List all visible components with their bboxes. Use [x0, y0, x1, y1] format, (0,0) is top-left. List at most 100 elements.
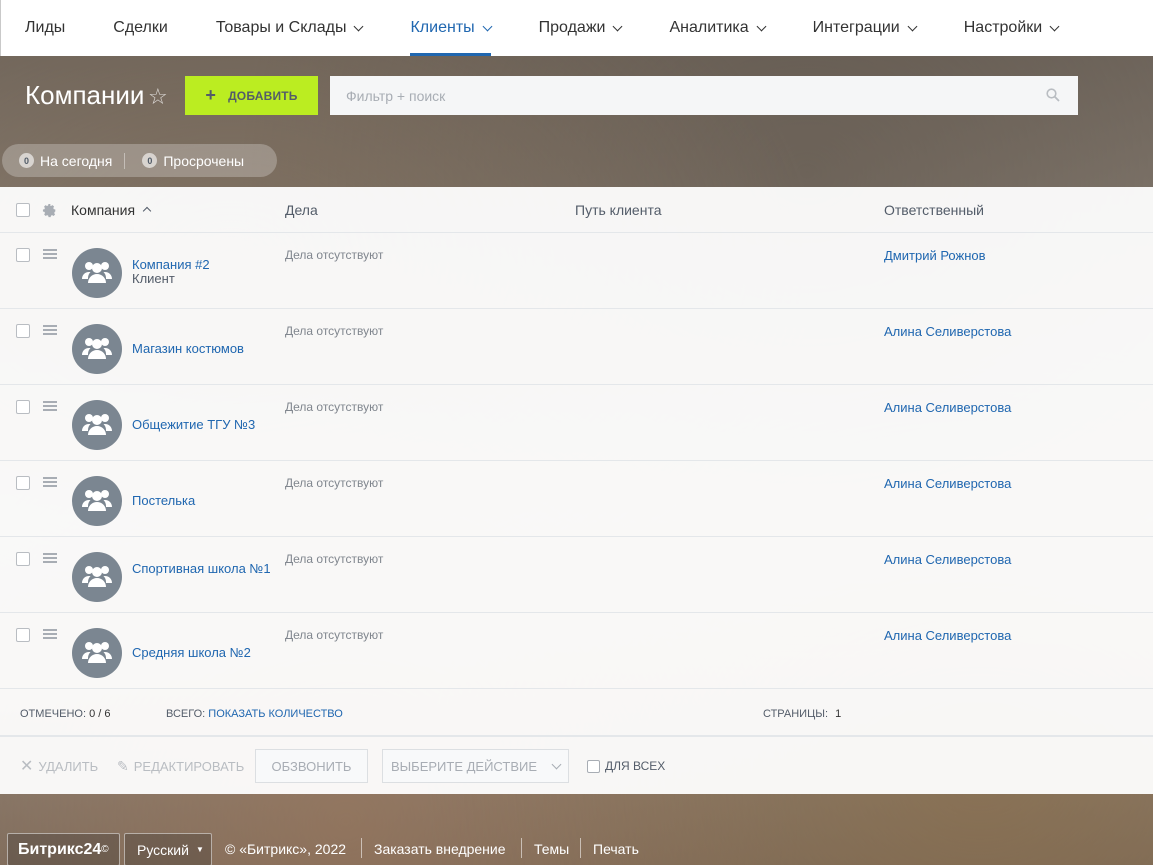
chevron-down-icon [907, 21, 918, 31]
delete-action[interactable]: ✕ УДАЛИТЬ [20, 759, 98, 775]
brand-name: Битрикс24 [18, 840, 102, 858]
nav-item-label: Продажи [538, 19, 606, 36]
copyright: © «Битрикс», 2022 [225, 841, 347, 857]
call-button[interactable]: ОБЗВОНИТЬ [255, 749, 368, 783]
page-title: Компании [25, 80, 145, 110]
nav-item[interactable]: Настройки [940, 0, 1082, 56]
company-name-link[interactable]: Постелька [132, 494, 272, 508]
for-all-label: ДЛЯ ВСЕХ [605, 759, 666, 773]
row-checkbox[interactable] [16, 248, 30, 262]
table-row[interactable]: Общежитие ТГУ №3 Дела отсутствуют Алина Се… [0, 385, 1153, 461]
site-footer: Битрикс24 © Русский ▼ © «Битрикс», 2022 З… [0, 833, 1153, 865]
search-input[interactable] [346, 87, 1026, 104]
add-button[interactable]: + ДОБАВИТЬ [185, 76, 318, 115]
table-row[interactable]: Постелька Дела отсутствуют Алина Селиверст… [0, 461, 1153, 537]
gear-icon[interactable] [42, 203, 57, 218]
column-company[interactable]: Компания [71, 202, 152, 218]
brand-mark: © [101, 844, 109, 855]
nav-item-label: Сделки [113, 19, 168, 36]
selected-value: 0 / 6 [89, 708, 111, 720]
group-icon [82, 642, 112, 663]
themes-link[interactable]: Темы [520, 838, 569, 858]
brand-logo[interactable]: Битрикс24 © [7, 833, 120, 865]
row-checkbox[interactable] [16, 400, 30, 414]
pages-value[interactable]: 1 [835, 708, 841, 720]
row-checkbox[interactable] [16, 628, 30, 642]
company-name-link[interactable]: Средняя школа №2 [132, 646, 272, 660]
order-implementation-link[interactable]: Заказать внедрение [361, 838, 506, 858]
hamburger-menu-icon[interactable] [43, 249, 57, 259]
counter-today[interactable]: 0 На сегодня [2, 153, 124, 169]
table-row[interactable]: Магазин костюмов Дела отсутствуют Алина Се… [0, 309, 1153, 385]
nav-item[interactable]: Товары и Склады [192, 0, 387, 56]
responsible-link[interactable]: Алина Селиверстова [884, 552, 1011, 567]
filter-search-box[interactable] [330, 76, 1078, 115]
company-name: Компания #2 [132, 257, 210, 272]
company-name-link[interactable]: Компания #2 Клиент [132, 258, 272, 286]
table-row[interactable]: Компания #2 Клиент Дела отсутствуют Дмитрий… [0, 233, 1153, 309]
choose-action-select[interactable]: ВЫБЕРИТЕ ДЕЙСТВИЕ [382, 749, 569, 783]
for-all-checkbox[interactable] [587, 759, 600, 773]
edit-action[interactable]: ✎ РЕДАКТИРОВАТЬ [117, 759, 244, 774]
responsible-link[interactable]: Алина Селиверстова [884, 324, 1011, 339]
print-link[interactable]: Печать [580, 838, 639, 858]
avatar [72, 628, 122, 678]
hamburger-menu-icon[interactable] [43, 401, 57, 411]
pages-label: СТРАНИЦЫ: [763, 708, 829, 720]
language-select[interactable]: Русский ▼ [124, 833, 212, 865]
avatar [72, 476, 122, 526]
avatar [72, 324, 122, 374]
company-name: Магазин костюмов [132, 341, 244, 356]
add-button-label: ДОБАВИТЬ [228, 88, 298, 103]
nav-item[interactable]: Сделки [89, 0, 192, 56]
deals-status: Дела отсутствуют [285, 248, 384, 262]
column-responsible[interactable]: Ответственный [884, 202, 984, 218]
group-icon [82, 414, 112, 435]
show-count-link[interactable]: ПОКАЗАТЬ КОЛИЧЕСТВО [208, 708, 343, 720]
hamburger-menu-icon[interactable] [43, 477, 57, 487]
avatar [72, 552, 122, 602]
group-icon [82, 490, 112, 511]
counter-overdue[interactable]: 0 Просрочены [124, 152, 256, 169]
company-name-link[interactable]: Магазин костюмов [132, 342, 272, 356]
chevron-down-icon [354, 21, 364, 31]
pencil-icon: ✎ [117, 758, 129, 774]
hamburger-menu-icon[interactable] [43, 553, 57, 563]
chevron-down-icon [482, 21, 493, 31]
column-deals[interactable]: Дела [285, 202, 318, 218]
responsible-link[interactable]: Алина Селиверстова [884, 628, 1011, 643]
nav-item-label: Аналитика [669, 19, 749, 36]
company-name-link[interactable]: Спортивная школа №1 [132, 562, 272, 576]
responsible-link[interactable]: Алина Селиверстова [884, 476, 1011, 491]
table-row[interactable]: Спортивная школа №1 Дела отсутствуют Алина… [0, 537, 1153, 613]
nav-item[interactable]: Интеграции [789, 0, 940, 56]
nav-item[interactable]: Лиды [1, 0, 89, 56]
responsible-link[interactable]: Дмитрий Рожнов [884, 248, 986, 263]
counter-badge: 0 [19, 153, 34, 168]
chevron-down-icon [1049, 21, 1060, 31]
group-icon [82, 338, 112, 359]
row-checkbox[interactable] [16, 552, 30, 566]
total-count: ВСЕГО: ПОКАЗАТЬ КОЛИЧЕСТВО [166, 708, 343, 720]
star-icon[interactable]: ☆ [148, 85, 172, 109]
hamburger-menu-icon[interactable] [43, 629, 57, 639]
chevron-down-icon [756, 21, 767, 31]
column-client-path[interactable]: Путь клиента [575, 202, 662, 218]
table-row[interactable]: Средняя школа №2 Дела отсутствуют Алина Се… [0, 613, 1153, 689]
nav-item[interactable]: Клиенты [386, 0, 514, 56]
deals-status: Дела отсутствуют [285, 628, 384, 642]
search-icon[interactable] [1046, 88, 1060, 102]
group-icon [82, 566, 112, 587]
row-checkbox[interactable] [16, 476, 30, 490]
top-navigation: Лиды Сделки Товары и Склады Клиенты Продажи А… [0, 0, 1153, 56]
responsible-link[interactable]: Алина Селиверстова [884, 400, 1011, 415]
chevron-down-icon [613, 21, 623, 31]
hamburger-menu-icon[interactable] [43, 325, 57, 335]
nav-item[interactable]: Аналитика [645, 0, 788, 56]
select-all-checkbox[interactable] [16, 203, 30, 217]
company-name-link[interactable]: Общежитие ТГУ №3 [132, 418, 272, 432]
for-all-toggle[interactable]: ДЛЯ ВСЕХ [587, 759, 665, 773]
nav-item[interactable]: Продажи [515, 0, 646, 56]
total-label: ВСЕГО: [166, 708, 206, 720]
row-checkbox[interactable] [16, 324, 30, 338]
